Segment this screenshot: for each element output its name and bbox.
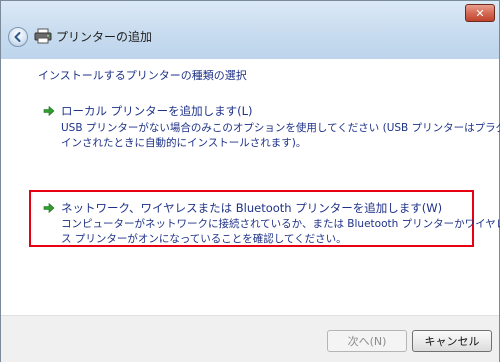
option-local-printer-title[interactable]: ローカル プリンターを追加します(L) [61,103,253,119]
next-button[interactable]: 次へ(N) [327,330,407,352]
window-title: プリンターの追加 [56,30,153,44]
dialog-content: インストールするプリンターの種類の選択 ローカル プリンターを追加します(L) … [1,59,500,315]
option-network-printer-description-line2: ス プリンターがオンになっていることを確認してください。 [61,233,347,245]
option-network-printer-description: コンピューターがネットワークに接続されているか、または Bluetooth プリ… [61,217,500,247]
page-heading: インストールするプリンターの種類の選択 [38,69,247,82]
title-bar: ✕ プリンターの追加 [1,1,499,59]
cancel-button[interactable]: キャンセル [412,330,492,352]
green-arrow-icon [43,105,55,117]
green-arrow-icon [43,202,55,214]
back-button[interactable] [8,27,28,47]
option-network-printer-title[interactable]: ネットワーク、ワイヤレスまたは Bluetooth プリンターを追加します(W) [61,200,442,216]
close-icon: ✕ [475,6,485,20]
back-arrow-icon [14,32,21,42]
option-local-printer-description-line2: インされたときに自動的にインストールされます)。 [61,137,307,149]
dialog-footer: 次へ(N) キャンセル [1,315,499,362]
add-printer-dialog: ✕ プリンターの追加 インストールするプリンターの種類の選択 ローカル プリンタ… [0,0,500,362]
printer-icon [34,28,52,44]
option-local-printer-description-line1: USB プリンターがない場合のみこのオプションを使用してください (USB プリ… [61,122,500,134]
option-local-printer-description: USB プリンターがない場合のみこのオプションを使用してください (USB プリ… [61,121,500,151]
option-network-printer-description-line1: コンピューターがネットワークに接続されているか、または Bluetooth プリ… [61,218,500,230]
close-button[interactable]: ✕ [465,4,495,22]
